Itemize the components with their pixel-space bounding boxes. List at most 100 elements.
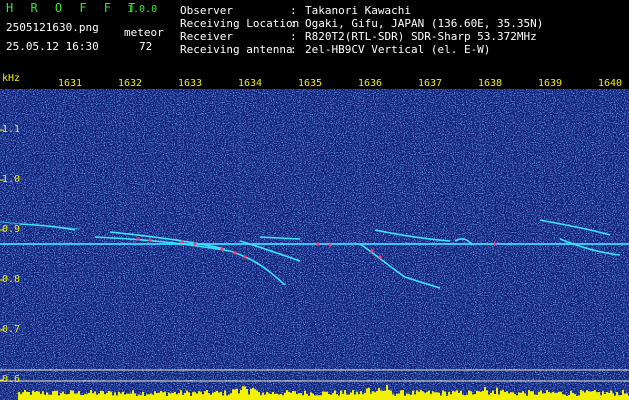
activity-bar-segment bbox=[218, 392, 220, 400]
activity-bar-segment bbox=[488, 394, 490, 400]
activity-bar-segment bbox=[414, 394, 416, 400]
activity-bar-segment bbox=[24, 390, 26, 400]
activity-bar-segment bbox=[116, 395, 118, 400]
activity-bar-segment bbox=[588, 391, 590, 400]
activity-bar-segment bbox=[66, 394, 68, 400]
activity-bar-segment bbox=[48, 394, 50, 400]
activity-bar-segment bbox=[172, 392, 174, 400]
activity-bar-segment bbox=[300, 393, 302, 400]
activity-bar-segment bbox=[118, 391, 120, 400]
activity-bar-segment bbox=[236, 388, 238, 400]
time-tick-label: 1637 bbox=[418, 78, 443, 89]
activity-bar-segment bbox=[184, 392, 186, 400]
activity-bar-segment bbox=[92, 393, 94, 400]
activity-bar-segment bbox=[584, 392, 586, 400]
freq-tick-label: 1.0 bbox=[2, 174, 21, 185]
activity-bar-segment bbox=[594, 390, 596, 400]
activity-bar-segment bbox=[198, 391, 200, 400]
activity-bar-segment bbox=[426, 391, 428, 400]
activity-bar-segment bbox=[440, 395, 442, 400]
activity-bar-segment bbox=[138, 394, 140, 400]
activity-bar-segment bbox=[618, 395, 620, 400]
activity-bar-segment bbox=[42, 391, 44, 400]
activity-bar-segment bbox=[528, 390, 530, 400]
activity-bar-segment bbox=[614, 395, 616, 400]
activity-bar-segment bbox=[20, 394, 22, 400]
activity-bar-segment bbox=[150, 393, 152, 400]
activity-bar-segment bbox=[416, 390, 418, 400]
activity-bar-segment bbox=[530, 391, 532, 400]
activity-bar-segment bbox=[430, 394, 432, 400]
activity-bar-segment bbox=[476, 390, 478, 400]
meteor-count: 72 bbox=[139, 40, 153, 53]
activity-bar-segment bbox=[484, 386, 486, 400]
activity-bar-segment bbox=[444, 391, 446, 400]
activity-bar-segment bbox=[240, 389, 242, 400]
activity-bar-segment bbox=[450, 394, 452, 400]
activity-bar-segment bbox=[626, 393, 628, 400]
activity-bar-segment bbox=[276, 393, 278, 400]
activity-bar-segment bbox=[372, 391, 374, 400]
activity-bar-segment bbox=[306, 393, 308, 400]
activity-bar-segment bbox=[468, 390, 470, 400]
activity-bar-segment bbox=[82, 395, 84, 400]
activity-bar-segment bbox=[44, 394, 46, 400]
date-time: 25.05.12 16:30 bbox=[6, 40, 99, 53]
activity-bar-segment bbox=[290, 392, 292, 400]
activity-bar-segment bbox=[188, 392, 190, 400]
activity-bar-segment bbox=[222, 395, 224, 400]
activity-bar-segment bbox=[486, 390, 488, 400]
receiver-sep: : bbox=[290, 30, 297, 43]
activity-bar-segment bbox=[500, 390, 502, 400]
activity-bar-segment bbox=[36, 391, 38, 400]
activity-bar-segment bbox=[498, 394, 500, 400]
activity-bar-segment bbox=[616, 391, 618, 400]
activity-bar-segment bbox=[342, 393, 344, 400]
time-tick-label: 1634 bbox=[238, 78, 263, 89]
activity-bar-segment bbox=[392, 394, 394, 400]
activity-bar-segment bbox=[234, 389, 236, 400]
activity-bar-segment bbox=[610, 390, 612, 400]
activity-bar-segment bbox=[558, 391, 560, 400]
activity-bar-segment bbox=[612, 393, 614, 400]
activity-bar-segment bbox=[130, 393, 132, 400]
activity-bar-segment bbox=[282, 395, 284, 400]
activity-bar-segment bbox=[84, 394, 86, 400]
activity-bar-segment bbox=[268, 393, 270, 400]
activity-bar-segment bbox=[34, 391, 36, 400]
activity-bar-segment bbox=[174, 392, 176, 400]
activity-bar-segment bbox=[102, 391, 104, 400]
activity-bar-segment bbox=[360, 391, 362, 400]
time-tick-label: 1635 bbox=[298, 78, 323, 89]
activity-bar-segment bbox=[192, 392, 194, 400]
activity-bar-segment bbox=[566, 395, 568, 400]
activity-bar-segment bbox=[354, 394, 356, 400]
activity-bar-segment bbox=[176, 394, 178, 400]
activity-bar-segment bbox=[70, 390, 72, 400]
activity-bar-segment bbox=[520, 392, 522, 400]
observer-sep: : bbox=[290, 4, 297, 17]
activity-bar-segment bbox=[466, 394, 468, 400]
activity-bar-segment bbox=[30, 394, 32, 400]
activity-bar-segment bbox=[316, 395, 318, 400]
activity-bar-segment bbox=[514, 394, 516, 400]
activity-bar-segment bbox=[252, 387, 254, 400]
app-title: H R O F F T bbox=[6, 1, 141, 15]
activity-bar-segment bbox=[284, 392, 286, 400]
activity-bar-segment bbox=[140, 395, 142, 400]
activity-bar-segment bbox=[378, 388, 380, 400]
activity-bar-segment bbox=[62, 391, 64, 400]
activity-bar-segment bbox=[122, 391, 124, 400]
activity-bar-segment bbox=[394, 395, 396, 400]
activity-bar-segment bbox=[56, 390, 58, 400]
activity-bar-segment bbox=[470, 391, 472, 400]
activity-bar-segment bbox=[364, 392, 366, 400]
activity-bar-segment bbox=[578, 395, 580, 400]
activity-bar-segment bbox=[186, 390, 188, 400]
activity-bar-segment bbox=[462, 394, 464, 400]
time-tick-label: 1631 bbox=[58, 78, 83, 89]
time-axis: 1631 1632 1633 1634 1635 1636 1637 1638 … bbox=[0, 76, 629, 89]
activity-bar-segment bbox=[600, 395, 602, 400]
activity-bar-segment bbox=[422, 391, 424, 400]
activity-bar-segment bbox=[550, 393, 552, 400]
